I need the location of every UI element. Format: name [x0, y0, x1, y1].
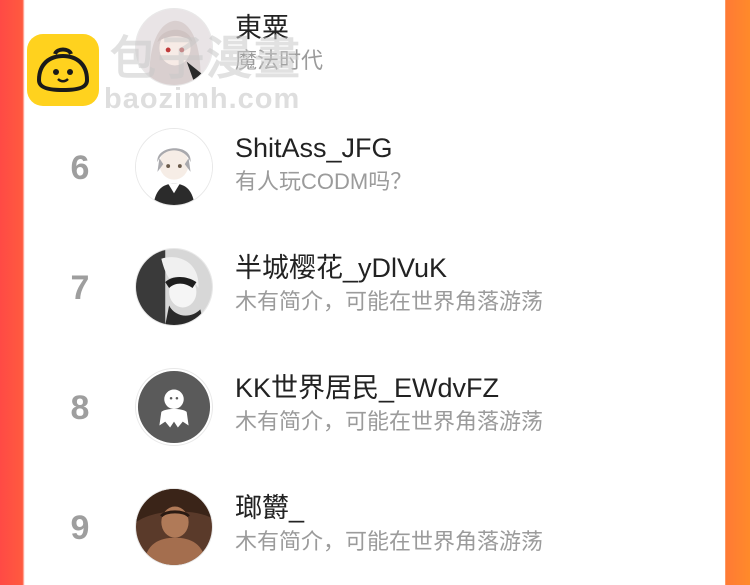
- username[interactable]: 半城樱花_yDlVuK: [235, 252, 447, 284]
- bun-mascot-icon: [37, 47, 89, 92]
- user-bio: 木有简介，可能在世界角落游荡: [235, 409, 544, 434]
- list-item[interactable]: 7 半城樱花_yDlVuK 木有简介，可能在世界角落游荡: [25, 242, 725, 332]
- username[interactable]: 瑯欝_: [235, 492, 304, 524]
- rank-number: 6: [70, 149, 90, 187]
- watermark-logo: [27, 34, 99, 106]
- user-bio: 木有简介，可能在世界角落游荡: [235, 529, 544, 554]
- username[interactable]: KK世界居民_EWdvFZ: [235, 372, 499, 404]
- user-avatar[interactable]: [135, 248, 213, 326]
- user-avatar[interactable]: [135, 368, 213, 446]
- username[interactable]: ShitAss_JFG: [235, 132, 393, 164]
- user-avatar[interactable]: [135, 128, 213, 206]
- rank-number: 7: [70, 269, 90, 307]
- watermark-brand: 包子漫畫: [110, 32, 302, 84]
- user-bio: 有人玩CODM吗？: [235, 169, 413, 194]
- list-item[interactable]: 9 瑯欝_ 木有简介，可能在世界角落游荡: [25, 482, 725, 572]
- rank-number: 9: [70, 509, 90, 547]
- monochrome-anime-avatar-icon: [136, 249, 212, 325]
- user-bio: 木有简介，可能在世界角落游荡: [235, 289, 544, 314]
- user-avatar[interactable]: [135, 488, 213, 566]
- list-item[interactable]: 8 KK世界居民_EWdvFZ 木有简介，可能在世界角落游荡: [25, 362, 725, 452]
- rank-number: 8: [70, 389, 90, 427]
- watermark-url: baozimh.com: [104, 83, 301, 115]
- list-item[interactable]: 6 ShitAss_JFG 有人玩CODM吗？: [25, 122, 725, 212]
- photo-person-avatar-icon: [136, 489, 212, 565]
- anime-boy-grey-hair-avatar-icon: [136, 129, 212, 205]
- default-ghost-avatar-icon: [137, 370, 211, 444]
